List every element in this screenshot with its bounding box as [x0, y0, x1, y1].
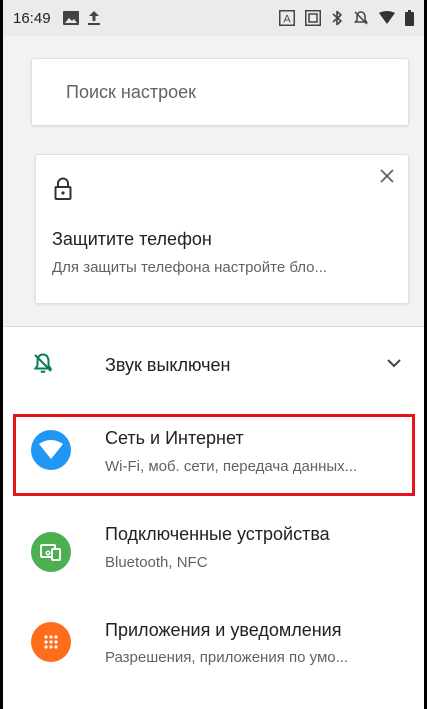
wifi-signal-icon: [379, 11, 395, 24]
cast-screen-icon: [305, 10, 321, 26]
suggestion-card[interactable]: Защитите телефон Для защиты телефона нас…: [35, 154, 409, 304]
sound-status-row[interactable]: Звук выключен: [3, 327, 424, 405]
status-time: 16:49: [13, 9, 51, 27]
svg-text:A: A: [283, 14, 291, 26]
chevron-down-icon[interactable]: [386, 357, 402, 369]
wifi-icon: [39, 440, 63, 459]
settings-item-network[interactable]: Сеть и Интернет Wi-Fi, моб. сети, переда…: [3, 410, 424, 496]
mute-icon: [33, 353, 53, 373]
suggestion-subtitle: Для защиты телефона настройте бло...: [52, 259, 328, 276]
bluetooth-icon: [332, 10, 342, 26]
image-notification-icon: [62, 11, 79, 25]
search-bar[interactable]: [31, 58, 409, 126]
sound-status-label: Звук выключен: [105, 355, 231, 375]
settings-item-devices[interactable]: Подключенные устройства Bluetooth, NFC: [3, 512, 424, 594]
devices-subtitle: Bluetooth, NFC: [105, 554, 208, 571]
mute-bell-icon: [354, 11, 368, 25]
devices-title: Подключенные устройства: [105, 524, 330, 544]
devices-icon-circle: [31, 532, 71, 572]
apps-subtitle: Разрешения, приложения по умо...: [105, 649, 349, 666]
network-subtitle: Wi-Fi, моб. сети, передача данных...: [105, 458, 358, 475]
battery-icon: [405, 10, 414, 26]
suggestion-title: Защитите телефон: [52, 229, 212, 249]
status-bar: 16:49 A: [3, 0, 424, 36]
apps-icon: [44, 635, 58, 649]
apps-icon-circle: [31, 622, 71, 662]
apps-title: Приложения и уведомления: [105, 620, 342, 640]
search-input[interactable]: [32, 59, 408, 125]
network-title: Сеть и Интернет: [105, 428, 244, 448]
devices-icon: [40, 544, 61, 561]
lock-icon: [54, 177, 72, 200]
header-area: Защитите телефон Для защиты телефона нас…: [3, 36, 424, 327]
network-icon-circle: [31, 430, 71, 470]
auto-rotate-icon: A: [279, 10, 295, 26]
settings-item-apps[interactable]: Приложения и уведомления Разрешения, при…: [3, 606, 424, 688]
close-icon[interactable]: [380, 169, 394, 183]
upload-notification-icon: [87, 11, 100, 25]
